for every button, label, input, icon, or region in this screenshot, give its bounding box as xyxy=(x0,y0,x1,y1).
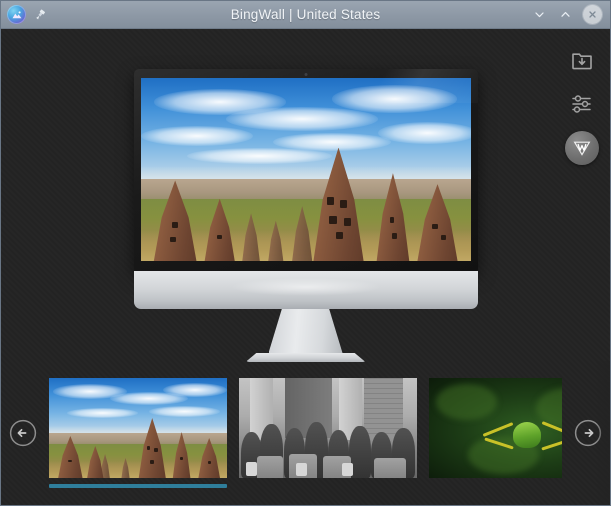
thumbnail-image-cappadocia xyxy=(49,378,227,478)
chevron-down-icon[interactable] xyxy=(531,6,548,23)
selection-indicator xyxy=(429,484,562,488)
title-bar[interactable]: BingWall | United States xyxy=(1,1,610,29)
thumbnail-image-suffragists xyxy=(239,378,417,478)
selection-indicator xyxy=(239,484,417,488)
wallpaper-preview[interactable] xyxy=(140,78,471,261)
monitor-chin xyxy=(133,271,478,309)
app-body xyxy=(1,29,610,505)
webcam-dot xyxy=(304,72,307,76)
preview-stage xyxy=(1,29,610,391)
sliders-settings-icon[interactable] xyxy=(564,87,600,120)
imac-monitor-mockup xyxy=(133,69,478,362)
monitor-stand-neck xyxy=(268,309,343,353)
thumbnail-item-0[interactable] xyxy=(49,378,227,488)
next-arrow-icon[interactable] xyxy=(572,417,604,449)
thumbnail-image-flying-frog xyxy=(429,378,562,478)
monitor-bezel xyxy=(133,69,478,271)
wallpaper-image xyxy=(140,78,471,261)
window-controls xyxy=(531,5,610,24)
picture-mountain-icon xyxy=(7,5,26,24)
thumbnail-list xyxy=(49,361,610,505)
window-title: BingWall | United States xyxy=(230,7,381,22)
selection-indicator xyxy=(49,484,227,488)
pin-icon[interactable] xyxy=(32,7,48,23)
thumbnail-strip xyxy=(1,361,610,505)
thumbnail-item-1[interactable] xyxy=(239,378,417,488)
thumbnail-item-2[interactable] xyxy=(429,378,562,488)
close-icon[interactable] xyxy=(583,5,602,24)
tool-rail xyxy=(564,43,600,165)
bingwall-w-logo[interactable] xyxy=(565,131,599,165)
download-folder-icon[interactable] xyxy=(564,43,600,76)
title-bar-left xyxy=(1,5,48,24)
chevron-up-icon[interactable] xyxy=(557,6,574,23)
previous-arrow-icon[interactable] xyxy=(7,417,39,449)
app-window: BingWall | United States xyxy=(0,0,611,506)
